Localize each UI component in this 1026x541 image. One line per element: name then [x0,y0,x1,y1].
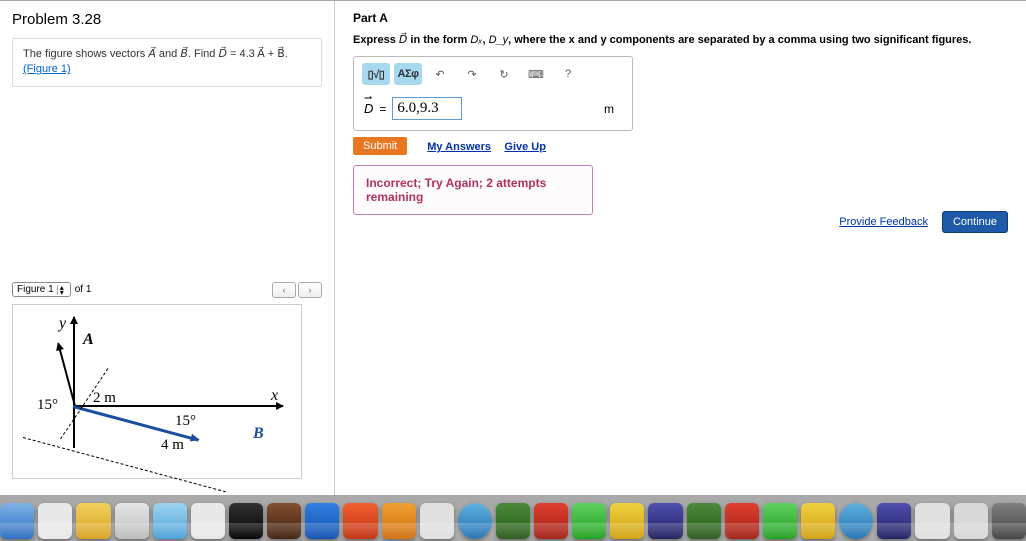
submit-button[interactable]: Submit [353,137,407,155]
stmt-pre: The figure shows vectors [23,48,148,60]
greek-button[interactable]: ΑΣφ [394,63,422,85]
redo-button[interactable]: ↷ [458,63,486,85]
continue-button[interactable]: Continue [942,211,1008,233]
figure-next-button[interactable]: › [298,282,322,298]
answer-input[interactable] [392,97,462,120]
stepper-icon: ▴▾ [57,285,66,295]
vector-b-symbol: B⃗ [180,48,188,60]
problem-statement-box: The figure shows vectors A⃗ and B⃗. Find… [12,38,322,87]
equals-sign: = [379,102,386,116]
stmt-eq: = 4.3 A⃗ + B⃗. [227,48,288,60]
vector-b-label: B⃗ [253,425,276,443]
my-answers-link[interactable]: My Answers [427,141,491,153]
feedback-message: Incorrect; Try Again; 2 attempts remaini… [353,165,593,215]
figure-of-text: of 1 [75,284,92,295]
stmt-post: . Find [188,48,219,60]
angle-2-label: 15° [175,413,196,430]
figure-image: y x A⃗ B⃗ 15° 15° 2 m 4 m [12,304,302,479]
reset-button[interactable]: ↻ [490,63,518,85]
figure-link[interactable]: (Figure 1) [23,63,71,75]
answer-row: D = m [354,91,632,130]
instr-post: , where the x and y components are separ… [508,34,971,46]
y-axis [73,317,75,448]
macos-dock[interactable] [0,495,1026,541]
provide-feedback-link[interactable]: Provide Feedback [839,216,928,228]
unit-label: m [604,102,622,116]
figure-bar: Figure 1 ▴▾ of 1 ‹ › [12,282,322,298]
vector-a-label: A⃗ [83,331,106,349]
footer-links: Provide Feedback Continue [839,211,1008,233]
right-panel: Part A Express D⃗ in the form Dₓ, D_y, w… [335,1,1026,496]
figure-prev-button[interactable]: ‹ [272,282,296,298]
answer-label-d: D [364,101,373,116]
problem-title: Problem 3.28 [12,11,322,28]
length-a-label: 2 m [93,390,116,407]
figure-select-label: Figure 1 [17,284,54,295]
keyboard-button[interactable]: ⌨ [522,63,550,85]
stmt-mid: and [156,48,180,60]
left-panel: Problem 3.28 The figure shows vectors A⃗… [0,1,335,496]
answer-box: ▯√▯ ΑΣφ ↶ ↷ ↻ ⌨ ? D = m [353,56,633,131]
part-a-label: Part A [353,11,1008,25]
angle-1-label: 15° [37,397,58,414]
instruction-line: Express D⃗ in the form Dₓ, D_y, where th… [353,33,1008,46]
instr-dx: Dₓ [470,34,482,46]
help-button[interactable]: ? [554,63,582,85]
vector-d-symbol: D⃗ [218,48,226,60]
instr-dy: D_y [489,34,509,46]
templates-button[interactable]: ▯√▯ [362,63,390,85]
undo-button[interactable]: ↶ [426,63,454,85]
answer-toolbar: ▯√▯ ΑΣφ ↶ ↷ ↻ ⌨ ? [354,57,632,91]
instr-pre: Express [353,34,399,46]
x-axis-label: x [271,387,278,405]
length-b-label: 4 m [161,437,184,454]
submit-row: Submit My Answers Give Up [353,137,1008,155]
y-axis-label: y [59,315,66,333]
instr-mid: in the form [407,34,470,46]
give-up-link[interactable]: Give Up [504,141,546,153]
vector-a-symbol: A⃗ [148,48,156,60]
figure-select[interactable]: Figure 1 ▴▾ [12,282,71,297]
dashed-line-2 [23,437,226,492]
